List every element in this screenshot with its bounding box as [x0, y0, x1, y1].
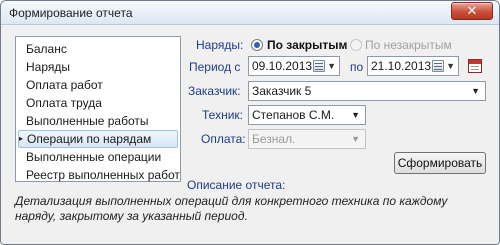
- report-dialog-window: Формирование отчета ✕ Баланс Наряды Опла…: [0, 0, 500, 245]
- period-to-label: по: [350, 60, 364, 74]
- date-to-field[interactable]: 21.10.2013 ▼: [367, 56, 459, 76]
- description-text: Детализация выполненных операций для кон…: [15, 194, 448, 223]
- selected-marker-icon: ▸: [19, 134, 24, 143]
- chevron-down-icon: ▼: [471, 86, 480, 96]
- orders-label: Наряды:: [196, 38, 244, 52]
- list-item-order-operations[interactable]: ▸ Операции по нарядам: [18, 130, 178, 148]
- radio-open-label[interactable]: По незакрытым: [365, 38, 452, 52]
- period-from-label: Период с: [189, 60, 241, 74]
- title-bar[interactable]: Формирование отчета ✕: [1, 1, 499, 25]
- description-title: Описание отчета:: [187, 178, 286, 192]
- radio-open[interactable]: [350, 39, 362, 51]
- close-button[interactable]: ✕: [451, 2, 493, 20]
- calendar-dropdown-icon[interactable]: [313, 60, 325, 72]
- technician-label: Техник:: [202, 108, 243, 122]
- calendar-icon[interactable]: [468, 59, 482, 73]
- technician-select[interactable]: Степанов С.М. ▼: [248, 105, 366, 125]
- list-item-orders[interactable]: Наряды: [18, 58, 178, 76]
- dialog-content: Баланс Наряды Оплата работ Оплата труда …: [1, 26, 499, 244]
- customer-select[interactable]: Заказчик 5 ▼: [248, 81, 486, 101]
- payment-label: Оплата:: [201, 132, 246, 146]
- list-item-works-register[interactable]: Реестр выполненных работ: [18, 166, 180, 184]
- list-item-completed-works[interactable]: Выполненные работы: [18, 112, 178, 130]
- payment-select[interactable]: Безнал. ▼: [248, 129, 366, 149]
- chevron-down-icon[interactable]: ▼: [446, 57, 455, 75]
- list-item-labor-payment[interactable]: Оплата труда: [18, 94, 178, 112]
- chevron-down-icon: ▼: [351, 110, 360, 120]
- customer-label: Заказчик:: [188, 84, 241, 98]
- report-type-list[interactable]: Баланс Наряды Оплата работ Оплата труда …: [15, 36, 181, 182]
- generate-button[interactable]: Сформировать: [394, 152, 486, 174]
- calendar-dropdown-icon[interactable]: [432, 60, 444, 72]
- list-item-completed-operations[interactable]: Выполненные операции: [18, 148, 178, 166]
- close-icon: ✕: [466, 3, 478, 18]
- window-title: Формирование отчета: [9, 6, 133, 20]
- radio-closed-label[interactable]: По закрытым: [267, 38, 347, 52]
- chevron-down-icon: ▼: [351, 134, 360, 144]
- radio-closed[interactable]: [251, 39, 263, 51]
- list-item-work-payment[interactable]: Оплата работ: [18, 76, 178, 94]
- list-item-balance[interactable]: Баланс: [18, 40, 178, 58]
- chevron-down-icon[interactable]: ▼: [327, 57, 336, 75]
- date-from-field[interactable]: 09.10.2013 ▼: [248, 56, 340, 76]
